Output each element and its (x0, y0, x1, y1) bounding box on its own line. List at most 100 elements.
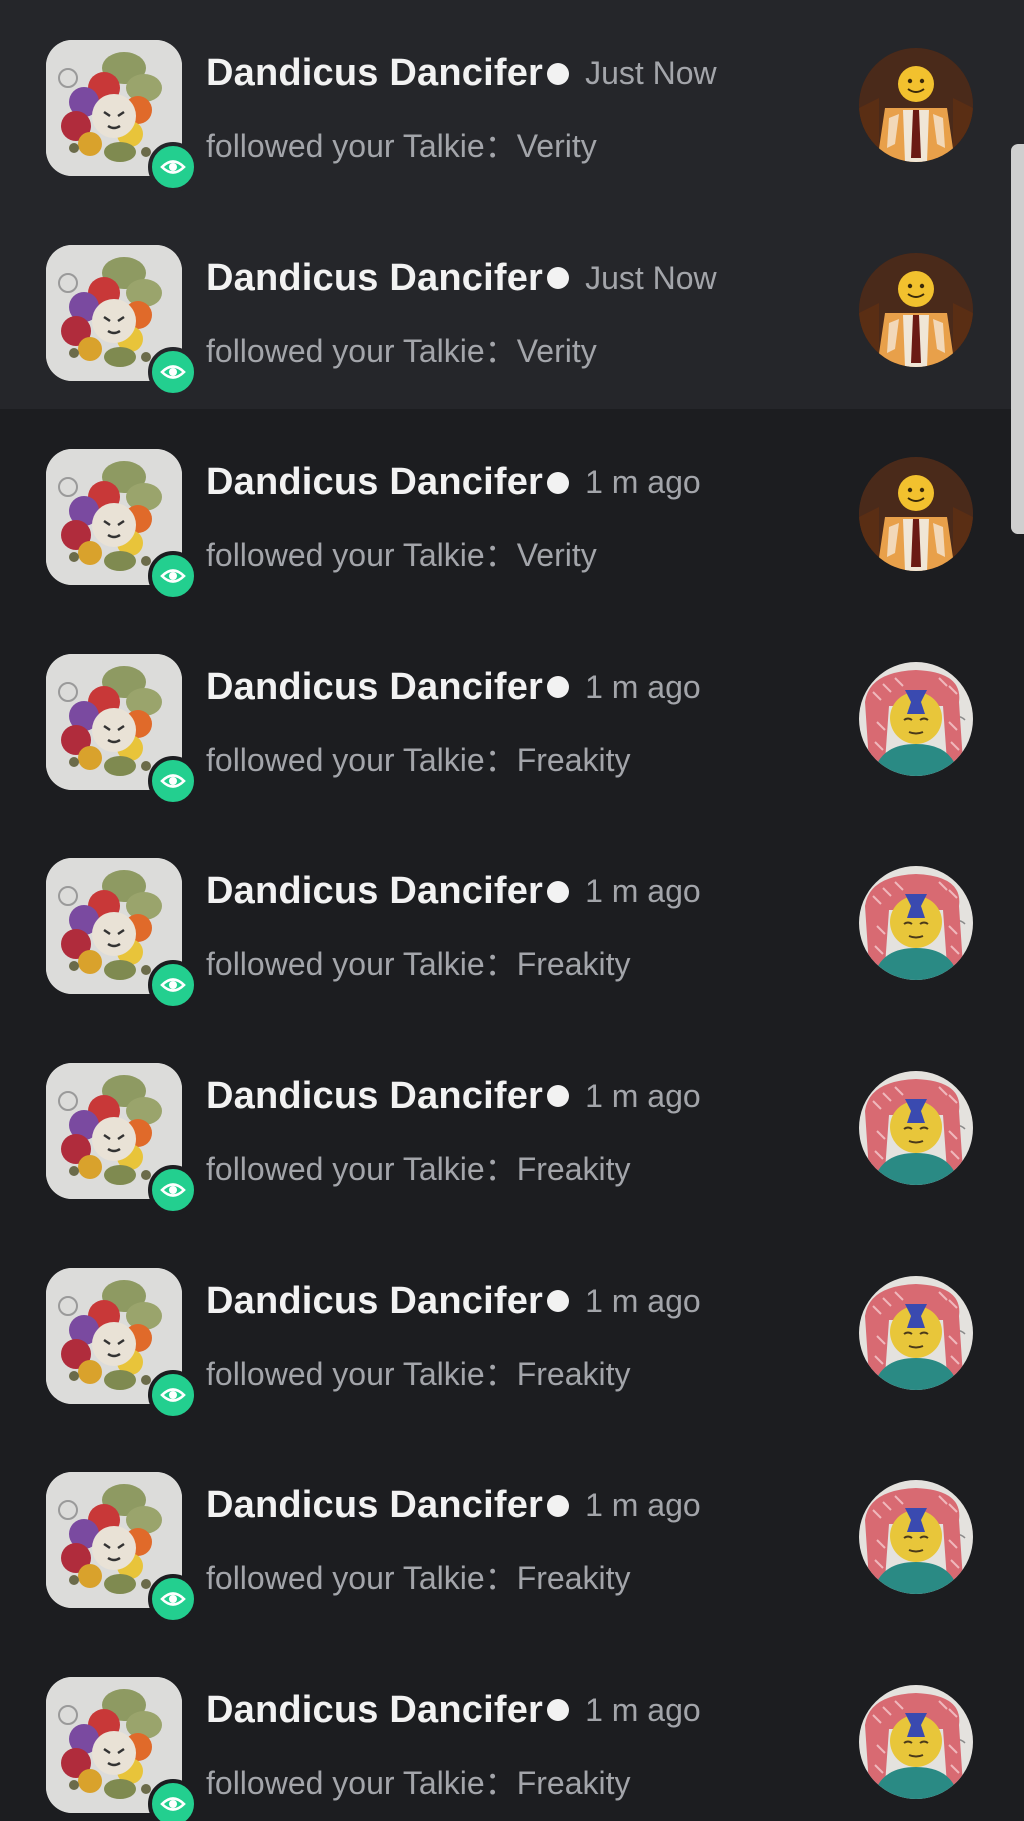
notification-text: Dandicus Dancifer Just Now followed your… (206, 52, 806, 167)
eye-icon (160, 1387, 186, 1402)
notification-text: Dandicus Dancifer 1 m ago followed your … (206, 1280, 806, 1395)
eye-badge (148, 1164, 198, 1215)
username[interactable]: Dandicus Dancifer (206, 257, 543, 300)
action-text: followed your Talkie：Freakity (206, 939, 806, 985)
separator: ： (484, 1355, 517, 1392)
talkie-name[interactable]: Freakity (517, 1151, 631, 1187)
notification-text: Dandicus Dancifer 1 m ago followed your … (206, 870, 806, 985)
separator: ： (484, 946, 517, 983)
separator: ： (484, 1150, 517, 1187)
eye-icon (160, 1592, 186, 1606)
user-avatar[interactable] (46, 40, 198, 192)
eye-icon (160, 160, 186, 174)
action-text: followed your Talkie：Freakity (206, 1553, 806, 1599)
notification-text: Dandicus Dancifer 1 m ago followed your … (206, 666, 806, 781)
timestamp: Just Now (585, 259, 717, 296)
separator: ： (484, 741, 517, 778)
header-line: Dandicus Dancifer 1 m ago (206, 1280, 806, 1323)
username[interactable]: Dandicus Dancifer (206, 1689, 543, 1732)
talkie-thumbnail[interactable] (859, 48, 973, 162)
user-avatar[interactable] (46, 1472, 198, 1625)
talkie-name[interactable]: Verity (517, 537, 597, 573)
username[interactable]: Dandicus Dancifer (206, 666, 543, 709)
separator: ： (484, 128, 517, 164)
verity-character-icon (859, 48, 973, 162)
user-avatar[interactable] (46, 449, 198, 602)
username[interactable]: Dandicus Dancifer (206, 1484, 543, 1527)
online-dot (547, 1085, 570, 1108)
username[interactable]: Dandicus Dancifer (206, 52, 543, 95)
talkie-thumbnail[interactable] (859, 1684, 973, 1799)
notifications-screen: Dandicus Dancifer Just Now followed your… (0, 0, 1024, 1821)
action-text: followed your Talkie：Verity (206, 121, 806, 167)
notification-row[interactable]: Dandicus Dancifer 1 m ago followed your … (0, 1432, 1024, 1637)
talkie-thumbnail[interactable] (859, 457, 973, 572)
notification-row[interactable]: Dandicus Dancifer Just Now followed your… (0, 0, 1024, 205)
scrollbar[interactable] (1011, 144, 1024, 534)
header-line: Dandicus Dancifer 1 m ago (206, 1075, 806, 1118)
eye-badge (148, 1574, 198, 1625)
freakity-character-icon (859, 1480, 973, 1595)
notification-row[interactable]: Dandicus Dancifer Just Now followed your… (0, 204, 1024, 410)
talkie-thumbnail[interactable] (859, 1480, 973, 1595)
freakity-character-icon (859, 866, 973, 981)
username[interactable]: Dandicus Dancifer (206, 461, 543, 504)
online-dot (547, 1494, 570, 1517)
action-label: followed your Talkie (206, 537, 485, 574)
online-dot (547, 471, 570, 494)
eye-icon (160, 1796, 186, 1811)
eye-badge (148, 755, 198, 806)
user-avatar[interactable] (46, 653, 198, 806)
talkie-thumbnail[interactable] (859, 1070, 973, 1185)
talkie-thumbnail[interactable] (859, 866, 973, 981)
timestamp: Just Now (585, 55, 717, 91)
header-line: Dandicus Dancifer 1 m ago (206, 461, 806, 504)
user-avatar[interactable] (46, 244, 198, 397)
notification-row[interactable]: Dandicus Dancifer 1 m ago followed your … (0, 1023, 1024, 1228)
notification-text: Dandicus Dancifer Just Now followed your… (206, 257, 806, 372)
username[interactable]: Dandicus Dancifer (206, 1075, 543, 1118)
talkie-name[interactable]: Freakity (517, 1765, 631, 1801)
online-dot (547, 267, 570, 290)
online-dot (547, 676, 570, 699)
separator: ： (484, 1764, 517, 1801)
notification-row[interactable]: Dandicus Dancifer 1 m ago followed your … (0, 818, 1024, 1023)
action-label: followed your Talkie (206, 1560, 485, 1597)
timestamp: 1 m ago (585, 1487, 701, 1524)
talkie-thumbnail[interactable] (859, 661, 973, 776)
eye-badge (148, 960, 198, 1011)
timestamp: 1 m ago (585, 464, 701, 501)
eye-icon (160, 569, 186, 583)
talkie-name[interactable]: Freakity (517, 946, 631, 982)
talkie-name[interactable]: Verity (517, 333, 597, 369)
username[interactable]: Dandicus Dancifer (206, 1280, 543, 1323)
talkie-name[interactable]: Freakity (517, 1560, 631, 1596)
notification-row[interactable]: Dandicus Dancifer 1 m ago followed your … (0, 1637, 1024, 1821)
notification-row[interactable]: Dandicus Dancifer 1 m ago followed your … (0, 409, 1024, 614)
user-avatar[interactable] (46, 1267, 198, 1420)
notification-row[interactable]: Dandicus Dancifer 1 m ago followed your … (0, 614, 1024, 819)
talkie-name[interactable]: Freakity (517, 742, 631, 778)
user-avatar[interactable] (46, 1676, 198, 1821)
username[interactable]: Dandicus Dancifer (206, 870, 543, 913)
header-line: Dandicus Dancifer Just Now (206, 257, 806, 300)
talkie-name[interactable]: Freakity (517, 1356, 631, 1392)
notification-text: Dandicus Dancifer 1 m ago followed your … (206, 1484, 806, 1599)
separator: ： (484, 537, 517, 574)
user-avatar[interactable] (46, 858, 198, 1011)
talkie-name[interactable]: Verity (517, 128, 597, 164)
notification-text: Dandicus Dancifer 1 m ago followed your … (206, 1075, 806, 1190)
separator: ： (484, 332, 517, 369)
eye-icon (160, 364, 186, 379)
notification-row[interactable]: Dandicus Dancifer 1 m ago followed your … (0, 1228, 1024, 1433)
timestamp: 1 m ago (585, 1282, 701, 1319)
action-label: followed your Talkie (206, 128, 485, 164)
online-dot (547, 1290, 570, 1313)
eye-badge (148, 1778, 198, 1821)
action-text: followed your Talkie：Freakity (206, 1758, 806, 1804)
online-dot (547, 1699, 570, 1722)
talkie-thumbnail[interactable] (859, 252, 973, 367)
eye-icon (160, 1183, 186, 1197)
user-avatar[interactable] (46, 1062, 198, 1215)
talkie-thumbnail[interactable] (859, 1275, 973, 1390)
